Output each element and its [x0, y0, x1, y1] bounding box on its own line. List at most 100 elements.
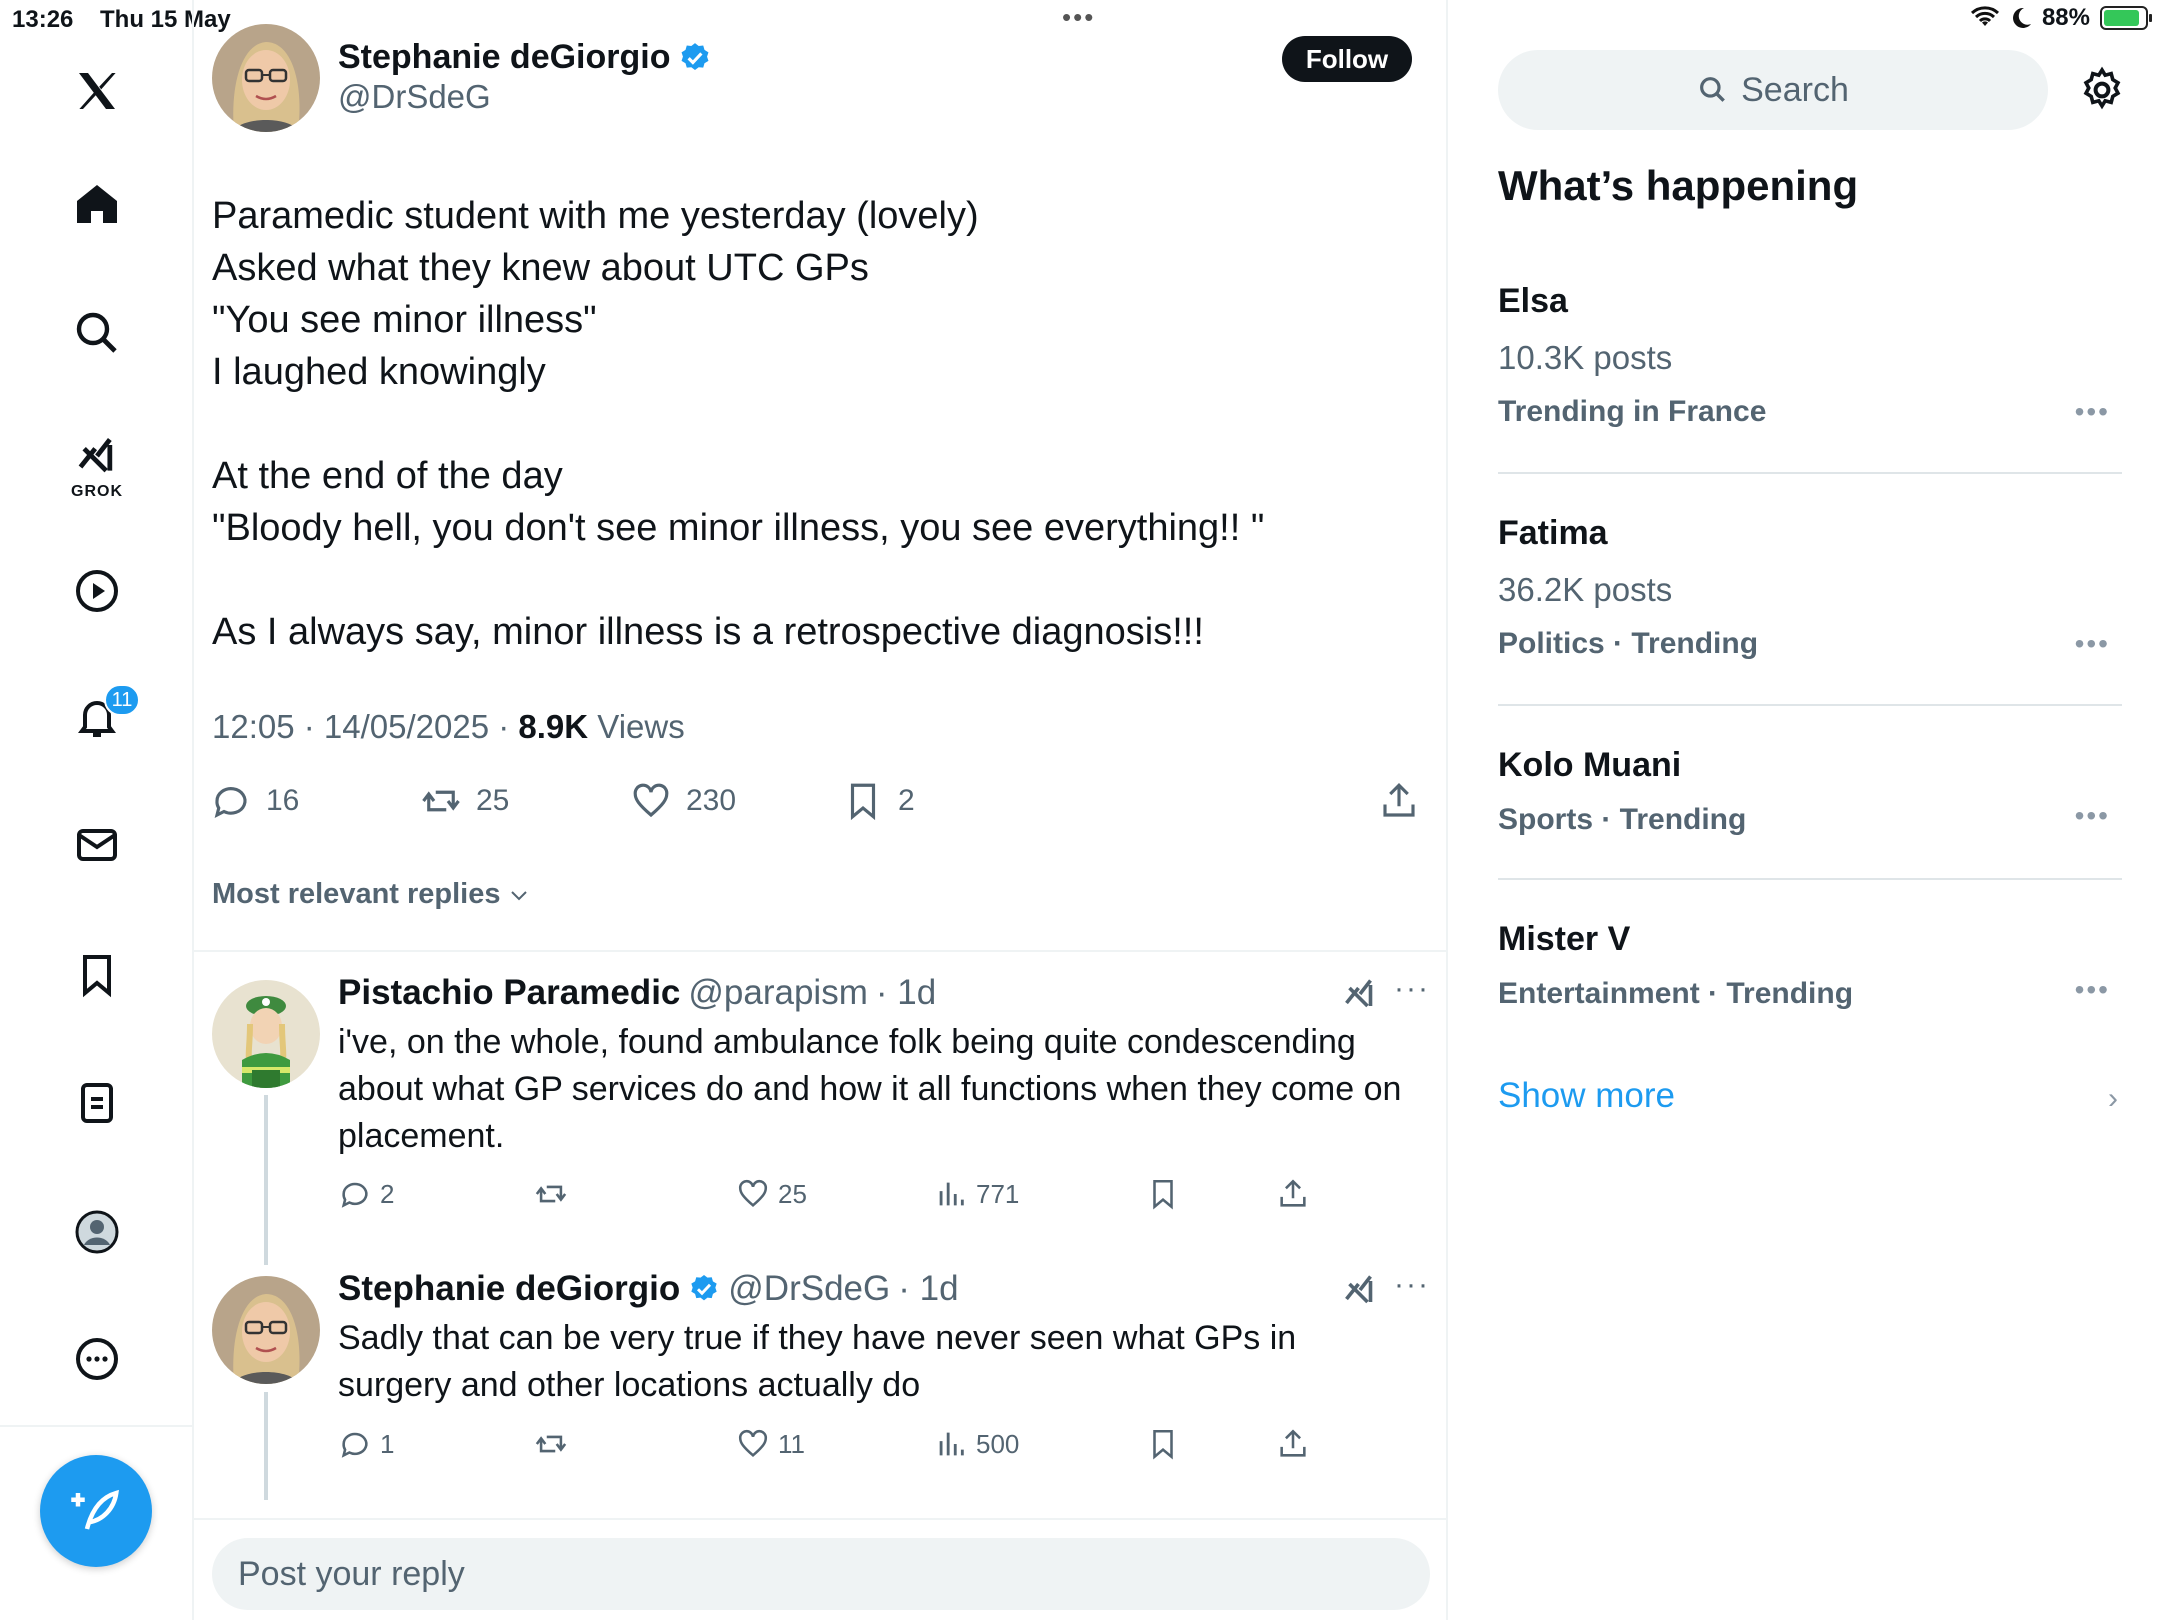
reply-header: Pistachio Paramedic @parapism · 1d [338, 973, 936, 1013]
profile-icon[interactable] [62, 1197, 132, 1267]
reply-share-button[interactable] [1276, 1177, 1310, 1211]
reply-icon [341, 1432, 368, 1458]
reply-icon [214, 787, 247, 818]
reply-views-button[interactable]: 771 [934, 1177, 1019, 1211]
reply-bookmark-button[interactable] [1146, 1177, 1180, 1211]
reply-button[interactable]: 16 [210, 780, 299, 822]
reply-like-button[interactable]: 25 [736, 1177, 807, 1211]
replies-sort-dropdown[interactable]: Most relevant replies [212, 878, 531, 911]
heart-icon [633, 783, 669, 818]
tweet-line [212, 554, 1412, 606]
reply-author-name[interactable]: Stephanie deGiorgio [338, 1269, 680, 1309]
bookmark-count: 2 [898, 784, 915, 817]
more-menu-icon[interactable] [62, 1324, 132, 1394]
reply-author-handle[interactable]: @DrSdeG [728, 1269, 890, 1309]
trend-item[interactable]: Kolo Muani Sports · Trending ••• [1498, 746, 2122, 836]
verified-badge-icon [682, 42, 709, 70]
reply-retweet-button[interactable] [534, 1177, 568, 1211]
reply-like-button[interactable]: 11 [736, 1427, 805, 1461]
show-more-link[interactable]: Show more [1498, 1076, 1675, 1116]
share-icon [1383, 783, 1415, 817]
tweet-line: Asked what they knew about UTC GPs [212, 247, 869, 289]
reply-reply-button[interactable]: 2 [338, 1177, 394, 1211]
reply-more-icon[interactable]: ··· [1394, 972, 1430, 1006]
home-icon[interactable] [62, 170, 132, 240]
reply-more-icon[interactable]: ··· [1394, 1268, 1430, 1302]
views-label: Views [588, 708, 685, 745]
heart-icon [738, 1179, 768, 1208]
compose-button[interactable] [40, 1455, 152, 1567]
reply-input[interactable]: Post your reply [212, 1538, 1430, 1610]
tweet-text: Paramedic student with me yesterday (lov… [212, 190, 1412, 658]
search-input[interactable]: Search [1498, 50, 2048, 130]
author-handle[interactable]: @DrSdeG [338, 78, 491, 116]
settings-gear-icon[interactable] [2078, 66, 2126, 114]
retweet-icon [535, 1435, 567, 1453]
tweet-line: "Bloody hell, you don't see minor illnes… [212, 507, 1265, 549]
trend-more-icon[interactable]: ••• [2075, 628, 2110, 660]
video-icon[interactable] [62, 556, 132, 626]
main-column: Stephanie deGiorgio @DrSdeG Follow Param… [194, 0, 1448, 1620]
share-icon [1280, 1429, 1306, 1457]
reply-like-count: 11 [778, 1428, 805, 1459]
lists-icon[interactable] [62, 1068, 132, 1138]
grok-explain-icon[interactable] [1342, 1272, 1378, 1308]
tweet-timestamp[interactable]: 12:05 · 14/05/2025 · [212, 708, 518, 745]
reply-header: Stephanie deGiorgio @DrSdeG · 1d [338, 1269, 959, 1309]
trend-category: Sports · Trending [1498, 803, 1747, 836]
heart-icon [738, 1429, 768, 1458]
views-count: 8.9K [518, 708, 589, 745]
chevron-down-icon [510, 890, 527, 900]
reply-views-button[interactable]: 500 [934, 1427, 1019, 1461]
bookmarks-icon[interactable] [62, 940, 132, 1010]
reply-reply-count: 2 [380, 1178, 395, 1209]
trend-name: Fatima [1498, 514, 1608, 552]
author-avatar[interactable] [212, 24, 320, 132]
notifications-nav[interactable]: 11 [62, 682, 140, 752]
share-button[interactable] [1378, 780, 1420, 822]
bookmark-button[interactable]: 2 [842, 780, 915, 822]
trend-more-icon[interactable]: ••• [2075, 396, 2110, 428]
retweet-button[interactable]: 25 [420, 780, 509, 822]
reply-like-count: 25 [778, 1178, 807, 1209]
reply-author-name[interactable]: Pistachio Paramedic [338, 973, 680, 1013]
bookmark-icon [1153, 1429, 1173, 1460]
tweet-line [212, 398, 1412, 450]
retweet-icon [535, 1185, 567, 1203]
search-nav-icon[interactable] [62, 298, 132, 368]
reply-reply-button[interactable]: 1 [338, 1427, 394, 1461]
like-count: 230 [686, 784, 737, 817]
share-icon [1280, 1179, 1306, 1207]
trend-item[interactable]: Mister V Entertainment · Trending ••• [1498, 920, 2122, 1010]
bookmark-icon [850, 783, 876, 821]
retweet-icon [422, 790, 460, 812]
author-name[interactable]: Stephanie deGiorgio [338, 38, 670, 77]
reply-age[interactable]: · 1d [898, 1269, 958, 1309]
reply-composer-divider [194, 1518, 1448, 1520]
trend-item[interactable]: Elsa 10.3K posts Trending in France ••• [1498, 282, 2122, 432]
trend-more-icon[interactable]: ••• [2075, 974, 2110, 1006]
x-logo-icon[interactable] [62, 56, 132, 126]
left-nav: GROK 11 [0, 0, 194, 1620]
reply-author-handle[interactable]: @parapism [688, 973, 867, 1013]
trend-item[interactable]: Fatima 36.2K posts Politics · Trending •… [1498, 514, 2122, 664]
reply-views-count: 500 [976, 1428, 1020, 1459]
grok-icon [78, 438, 113, 473]
reply-avatar[interactable] [212, 1276, 320, 1384]
trend-name: Mister V [1498, 920, 1631, 958]
messages-icon[interactable] [62, 810, 132, 880]
reply-retweet-button[interactable] [534, 1427, 568, 1461]
reply-bookmark-button[interactable] [1146, 1427, 1180, 1461]
trend-more-icon[interactable]: ••• [2075, 800, 2110, 832]
tweet-line: I laughed knowingly [212, 351, 546, 393]
reply-share-button[interactable] [1276, 1427, 1310, 1461]
grok-explain-icon[interactable] [1342, 976, 1378, 1012]
follow-button[interactable]: Follow [1282, 36, 1412, 82]
reply-age[interactable]: · 1d [876, 973, 936, 1013]
tweet-line: At the end of the day [212, 455, 563, 497]
trend-category: Entertainment · Trending [1498, 977, 1854, 1010]
tweet-line: "You see minor illness" [212, 299, 597, 341]
like-button[interactable]: 230 [630, 780, 736, 822]
reply-avatar[interactable] [212, 980, 320, 1088]
grok-nav-item[interactable]: GROK [62, 425, 132, 505]
